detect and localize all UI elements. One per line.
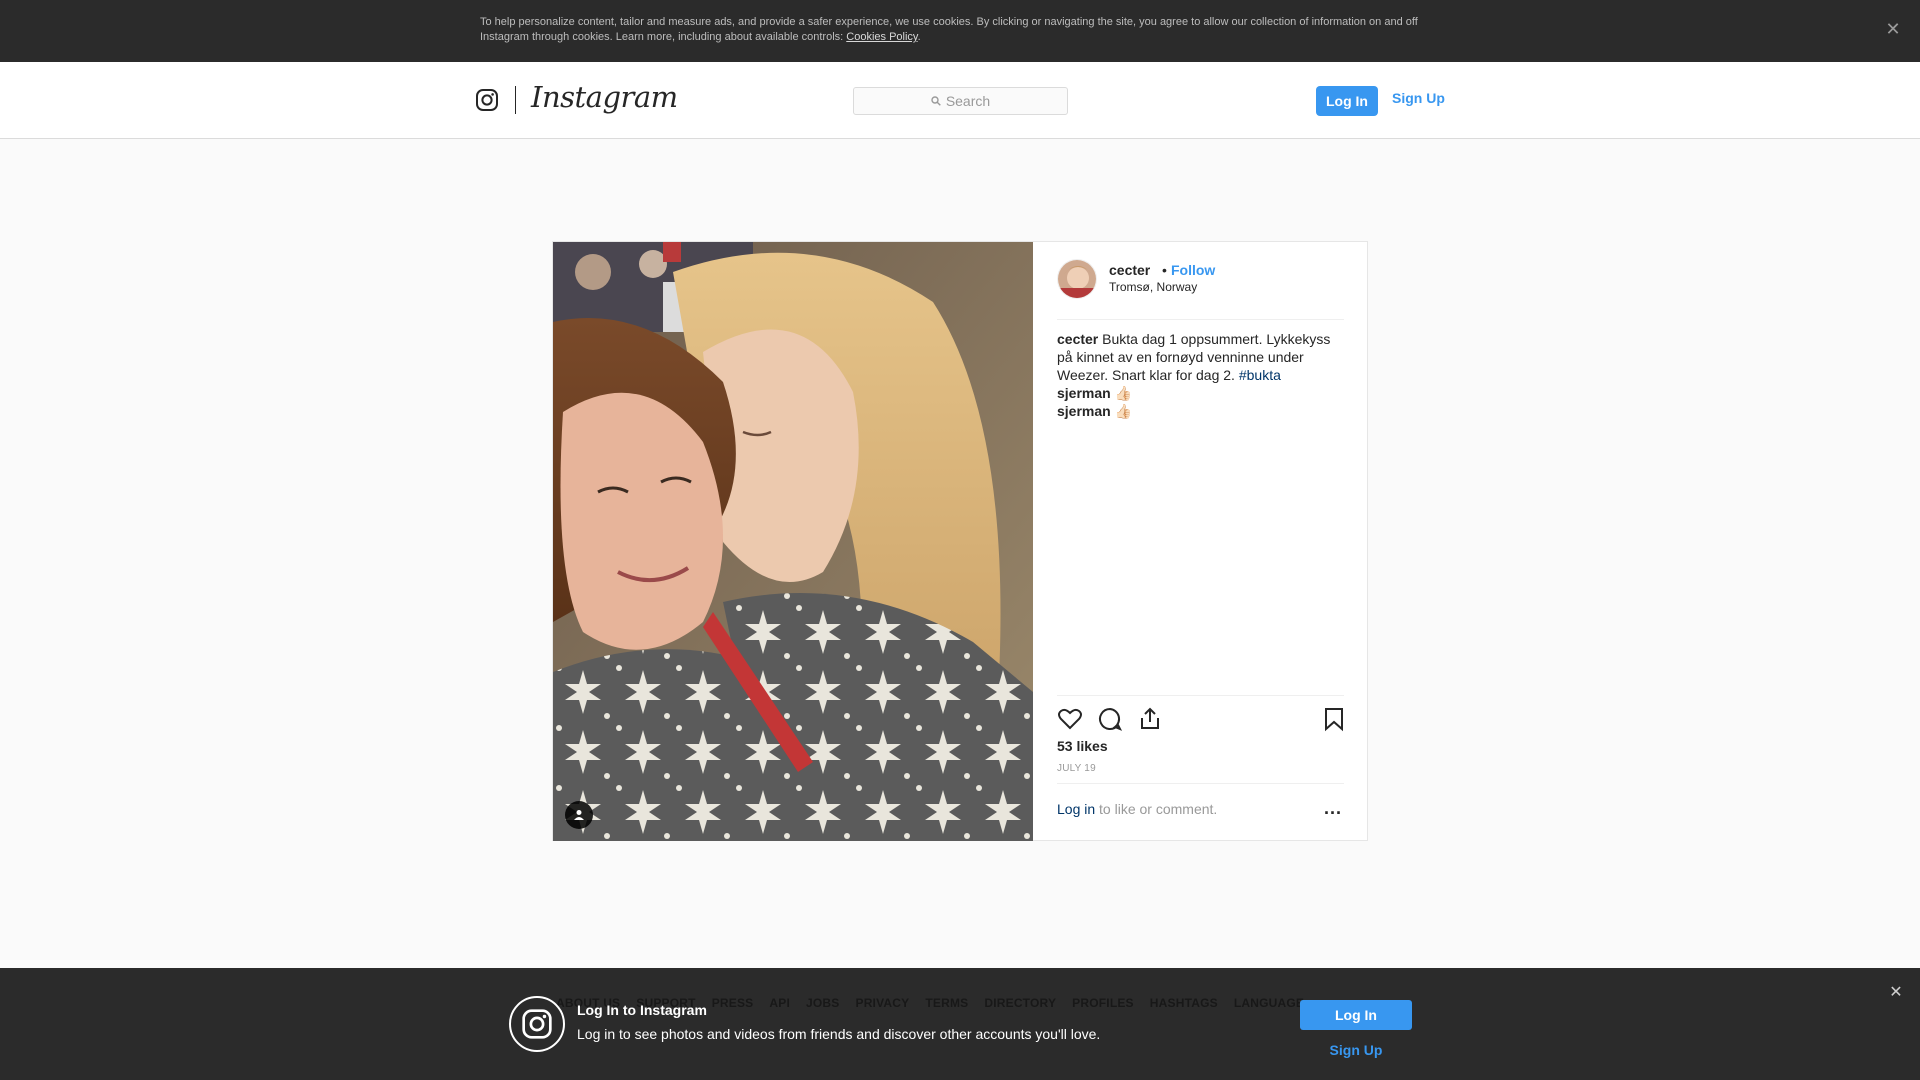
top-navigation: Instagram Search Log In Sign Up — [0, 62, 1920, 139]
cookies-policy-link[interactable]: Cookies Policy — [846, 31, 917, 43]
post-photo[interactable] — [553, 242, 1033, 841]
post-sidebar: cecter • Follow Tromsø, Norway cecter Bu… — [1033, 242, 1368, 841]
comment-icon[interactable] — [1097, 706, 1123, 732]
footer-link-language[interactable]: LANGUAGE — [1234, 996, 1304, 1010]
cookie-text: To help personalize content, tailor and … — [480, 15, 1420, 45]
comment-username[interactable]: sjerman — [1057, 385, 1111, 401]
login-button[interactable]: Log In — [1316, 86, 1378, 116]
comment-login-link[interactable]: Log in — [1057, 801, 1095, 817]
tagged-user-icon[interactable] — [565, 801, 593, 829]
list-item: sjerman 👍🏻 — [1057, 384, 1344, 402]
post-card: cecter • Follow Tromsø, Norway cecter Bu… — [552, 241, 1368, 841]
cookie-message: To help personalize content, tailor and … — [480, 16, 1418, 43]
footer-link-hashtags[interactable]: HASHTAGS — [1150, 996, 1218, 1010]
instagram-wordmark[interactable]: Instagram — [531, 80, 678, 114]
close-icon[interactable]: ✕ — [1878, 14, 1908, 44]
login-banner-subtitle: Log in to see photos and videos from fri… — [577, 1026, 1101, 1042]
caption: cecter Bukta dag 1 oppsummert. Lykkekyss… — [1057, 330, 1344, 384]
separator-dot: • — [1162, 262, 1167, 278]
comment-text: 👍🏻 — [1110, 385, 1133, 401]
header-divider — [515, 86, 516, 114]
post-username[interactable]: cecter — [1109, 262, 1150, 278]
login-banner: ABOUT US SUPPORT PRESS API JOBS PRIVACY … — [0, 968, 1920, 1080]
footer-link-profiles[interactable]: PROFILES — [1072, 996, 1134, 1010]
post-header: cecter • Follow Tromsø, Norway — [1057, 259, 1344, 320]
instagram-logo-icon — [509, 996, 565, 1052]
caption-text: Bukta dag 1 oppsummert. Lykkekyss på kin… — [1057, 331, 1331, 383]
cookie-period: . — [917, 31, 921, 43]
hashtag-link[interactable]: #bukta — [1239, 367, 1281, 383]
footer-link-api[interactable]: API — [769, 996, 790, 1010]
list-item: sjerman 👍🏻 — [1057, 402, 1344, 420]
post-date[interactable]: JULY 19 — [1057, 763, 1096, 774]
footer-link-jobs[interactable]: JOBS — [806, 996, 839, 1010]
footer-link-terms[interactable]: TERMS — [925, 996, 968, 1010]
close-icon[interactable]: ✕ — [1884, 980, 1908, 1004]
more-options-icon[interactable]: ... — [1324, 798, 1342, 819]
caption-username[interactable]: cecter — [1057, 331, 1098, 347]
banner-signup-link[interactable]: Sign Up — [1300, 1042, 1412, 1058]
comment-list: cecter Bukta dag 1 oppsummert. Lykkekyss… — [1057, 330, 1344, 420]
comment-login-text: to like or comment. — [1095, 801, 1218, 817]
share-icon[interactable] — [1137, 706, 1163, 732]
instagram-glyph-icon[interactable] — [475, 88, 499, 112]
like-count[interactable]: 53 likes — [1057, 738, 1108, 754]
footer-link-privacy[interactable]: PRIVACY — [855, 996, 909, 1010]
avatar[interactable] — [1057, 259, 1097, 299]
signup-link[interactable]: Sign Up — [1392, 90, 1445, 106]
search-input[interactable]: Search — [853, 87, 1068, 115]
bookmark-icon[interactable] — [1321, 706, 1347, 732]
post-actions — [1057, 695, 1344, 737]
comment-login-bar: Log in to like or comment. ... — [1057, 783, 1344, 839]
comment-login-prompt: Log in to like or comment. — [1057, 801, 1217, 817]
search-placeholder: Search — [945, 93, 991, 109]
search-icon — [931, 96, 941, 106]
post-location[interactable]: Tromsø, Norway — [1109, 280, 1197, 294]
footer-link-directory[interactable]: DIRECTORY — [984, 996, 1056, 1010]
comment-username[interactable]: sjerman — [1057, 403, 1111, 419]
post-image — [553, 242, 1033, 841]
cookie-banner: To help personalize content, tailor and … — [0, 0, 1920, 62]
banner-login-button[interactable]: Log In — [1300, 1000, 1412, 1030]
heart-icon[interactable] — [1057, 706, 1083, 732]
footer-link-press[interactable]: PRESS — [712, 996, 754, 1010]
comment-text: 👍🏻 — [1110, 403, 1133, 419]
follow-button[interactable]: Follow — [1171, 262, 1215, 278]
login-banner-title: Log In to Instagram — [577, 1002, 707, 1018]
